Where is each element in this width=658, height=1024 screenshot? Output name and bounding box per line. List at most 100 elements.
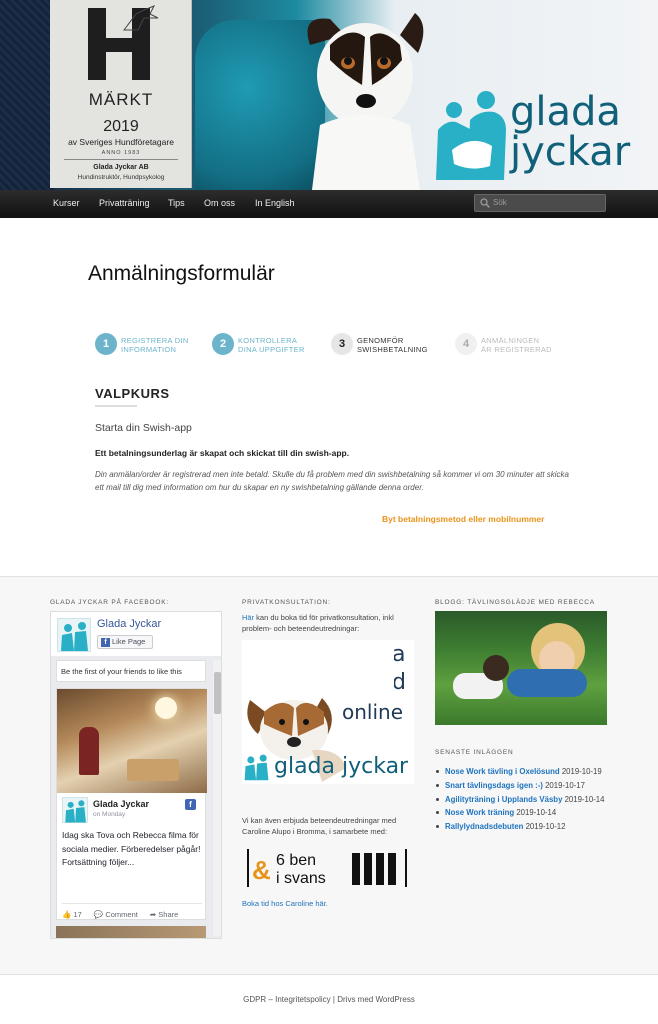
post-actions: 👍 17 💬 Comment ➦ Share xyxy=(62,903,202,919)
people-dog-logo-icon xyxy=(436,91,506,180)
post-time[interactable]: on Monday xyxy=(93,811,125,818)
dog-silhouette-icon xyxy=(123,5,159,31)
ad-text-partial-a: a xyxy=(392,642,406,667)
comment-button[interactable]: 💬 Comment xyxy=(94,910,143,919)
facebook-page-name[interactable]: Glada Jyckar xyxy=(97,618,161,630)
main-navigation: Kurser Privatträning Tips Om oss In Engl… xyxy=(0,190,658,218)
partner-logo-line1: 6 ben xyxy=(276,852,316,869)
recent-post-link[interactable]: Nose Work träning xyxy=(445,808,514,817)
blog-image[interactable] xyxy=(435,611,607,725)
badge-divider xyxy=(64,159,178,160)
six-ben-i-svans-logo: & 6 ben i svans xyxy=(247,849,407,887)
step-number: 4 xyxy=(455,333,477,355)
blog-widget: BLOGG: TÄVLINGSGLÄDJE MED REBECCA SENAST… xyxy=(435,577,625,975)
page-avatar[interactable] xyxy=(57,618,91,652)
footer-separator: | xyxy=(332,995,335,1004)
badge-year: 2019 xyxy=(103,118,139,135)
facebook-post: Glada Jyckar on Monday f Idag ska Tova o… xyxy=(56,688,207,920)
private-widget-title: PRIVATKONSULTATION: xyxy=(242,599,331,606)
scrollbar-thumb[interactable] xyxy=(214,672,221,714)
facebook-page-header: Glada Jyckar f Like Page xyxy=(55,616,219,656)
nav-item-om-oss[interactable]: Om oss xyxy=(204,198,235,208)
post-photo[interactable] xyxy=(57,689,207,793)
private-consultation-widget: PRIVATKONSULTATION: Här kan du boka tid … xyxy=(242,577,417,975)
list-item: Snart tävlingsdags igen :-) 2019-10-17 xyxy=(435,779,635,793)
course-divider xyxy=(95,405,137,407)
recent-posts-title: SENASTE INLÄGGEN xyxy=(435,749,514,756)
next-post-photo[interactable] xyxy=(56,926,206,938)
facebook-widget-title: GLADA JYCKAR PÅ FACEBOOK: xyxy=(50,599,169,606)
site-footer: GDPR – Integritetspolicy | Drivs med Wor… xyxy=(0,974,658,1024)
glada-jyckar-logo: glada jyckar xyxy=(432,86,648,186)
feed-scrollbar[interactable] xyxy=(213,660,221,936)
badge-org: av Sveriges Hundföretagare xyxy=(68,137,174,147)
badge-company: Glada Jyckar AB xyxy=(93,164,149,171)
list-item: Agilityträning i Upplands Väsby 2019-10-… xyxy=(435,793,635,807)
online-consultation-ad[interactable]: a d online glada jyckar xyxy=(242,640,414,784)
blog-widget-title: BLOGG: TÄVLINGSGLÄDJE MED REBECCA xyxy=(435,599,595,606)
share-button[interactable]: ➦ Share xyxy=(150,910,183,919)
course-title: VALPKURS xyxy=(95,386,170,401)
badge-anno: ANNO 1983 xyxy=(101,150,141,156)
footer-widgets: GLADA JYCKAR PÅ FACEBOOK: Glada Jyckar f… xyxy=(0,576,658,974)
ad-logo-text: glada jyckar xyxy=(274,754,409,779)
badge-marked-text: MÄRKT xyxy=(88,90,154,109)
search-input[interactable]: Sök xyxy=(474,194,606,212)
dog-photo xyxy=(307,13,424,190)
step-number: 1 xyxy=(95,333,117,355)
list-item: Nose Work träning 2019-10-14 xyxy=(435,806,635,820)
badge-roles: Hundinstruktör, Hundpsykolog xyxy=(77,174,165,181)
like-count[interactable]: 👍 17 xyxy=(62,910,87,919)
header-banner[interactable]: MÄRKT 2019 av Sveriges Hundföretagare AN… xyxy=(0,0,658,190)
partner-intro: Vi kan även erbjuda beteendeutredningar … xyxy=(242,816,397,836)
ad-redacted-area xyxy=(258,640,394,692)
partner-logo[interactable]: & 6 ben i svans xyxy=(246,845,414,891)
recent-post-link[interactable]: Rallylydnadsdebuten xyxy=(445,822,523,831)
here-link[interactable]: Här xyxy=(242,613,254,622)
glada-jyckar-avatar-icon xyxy=(61,622,88,651)
private-intro: Här kan du boka tid för privatkonsultati… xyxy=(242,613,394,633)
facebook-widget: Glada Jyckar f Like Page Be the first of… xyxy=(50,611,222,939)
h-letter-icon xyxy=(88,5,159,80)
facebook-feed: Be the first of your friends to like thi… xyxy=(51,656,221,938)
change-payment-link[interactable]: Byt betalningsmetod eller mobilnummer xyxy=(382,514,544,524)
post-date: 2019-10-12 xyxy=(525,822,566,832)
logo-word-jyckar: jyckar xyxy=(510,129,631,175)
nav-item-privattraning[interactable]: Privatträning xyxy=(99,198,150,208)
facebook-icon: f xyxy=(101,638,110,647)
facebook-icon[interactable]: f xyxy=(185,799,196,810)
post-date: 2019-10-14 xyxy=(564,794,605,804)
step-label: Kontrollera dina uppgifter xyxy=(238,336,305,354)
page-title: Anmälningsformulär xyxy=(88,262,275,285)
book-caroline-link[interactable]: Boka tid hos Caroline här. xyxy=(242,899,328,908)
glada-jyckar-avatar-icon xyxy=(65,800,86,823)
step-label: Registrera din information xyxy=(121,336,189,354)
wordpress-link[interactable]: Drivs med WordPress xyxy=(337,995,415,1004)
partner-logo-line2: i svans xyxy=(276,870,326,887)
gdpr-link[interactable]: GDPR – Integritetspolicy xyxy=(243,995,331,1004)
step-label: Anmälningen är registrerad xyxy=(481,336,552,354)
glada-jyckar-logo-icon xyxy=(244,754,269,781)
list-item: Rallylydnadsdebuten 2019-10-12 xyxy=(435,820,635,834)
post-author-name[interactable]: Glada Jyckar xyxy=(93,799,149,809)
nav-item-in-english[interactable]: In English xyxy=(255,198,295,208)
checkout-steps: 1 Registrera din information 2 Kontroller… xyxy=(95,333,615,357)
denim-background xyxy=(0,0,55,190)
nav-item-kurser[interactable]: Kurser xyxy=(53,198,80,208)
recent-post-link[interactable]: Snart tävlingsdags igen :-) xyxy=(445,781,543,790)
swish-heading: Starta din Swish-app xyxy=(95,422,192,434)
post-author-avatar[interactable] xyxy=(62,797,88,823)
post-text: Idag ska Tova och Rebecca filma för soci… xyxy=(62,830,201,867)
post-date: 2019-10-17 xyxy=(545,780,585,790)
h-marked-badge: MÄRKT 2019 av Sveriges Hundföretagare AN… xyxy=(50,0,192,188)
recent-post-link[interactable]: Nose Work tävling i Oxelösund xyxy=(445,767,560,776)
like-page-label: Like Page xyxy=(112,637,146,646)
like-page-button[interactable]: f Like Page xyxy=(97,635,153,649)
logo-word-glada: glada xyxy=(510,89,621,135)
footer-links: GDPR – Integritetspolicy | Drivs med Wor… xyxy=(0,995,658,1004)
search-placeholder: Sök xyxy=(493,198,507,207)
recent-post-link[interactable]: Agilityträning i Upplands Väsby xyxy=(445,795,562,804)
list-item: Nose Work tävling i Oxelösund 2019-10-19 xyxy=(435,765,635,779)
nav-item-tips[interactable]: Tips xyxy=(168,198,185,208)
search-icon xyxy=(480,198,490,208)
